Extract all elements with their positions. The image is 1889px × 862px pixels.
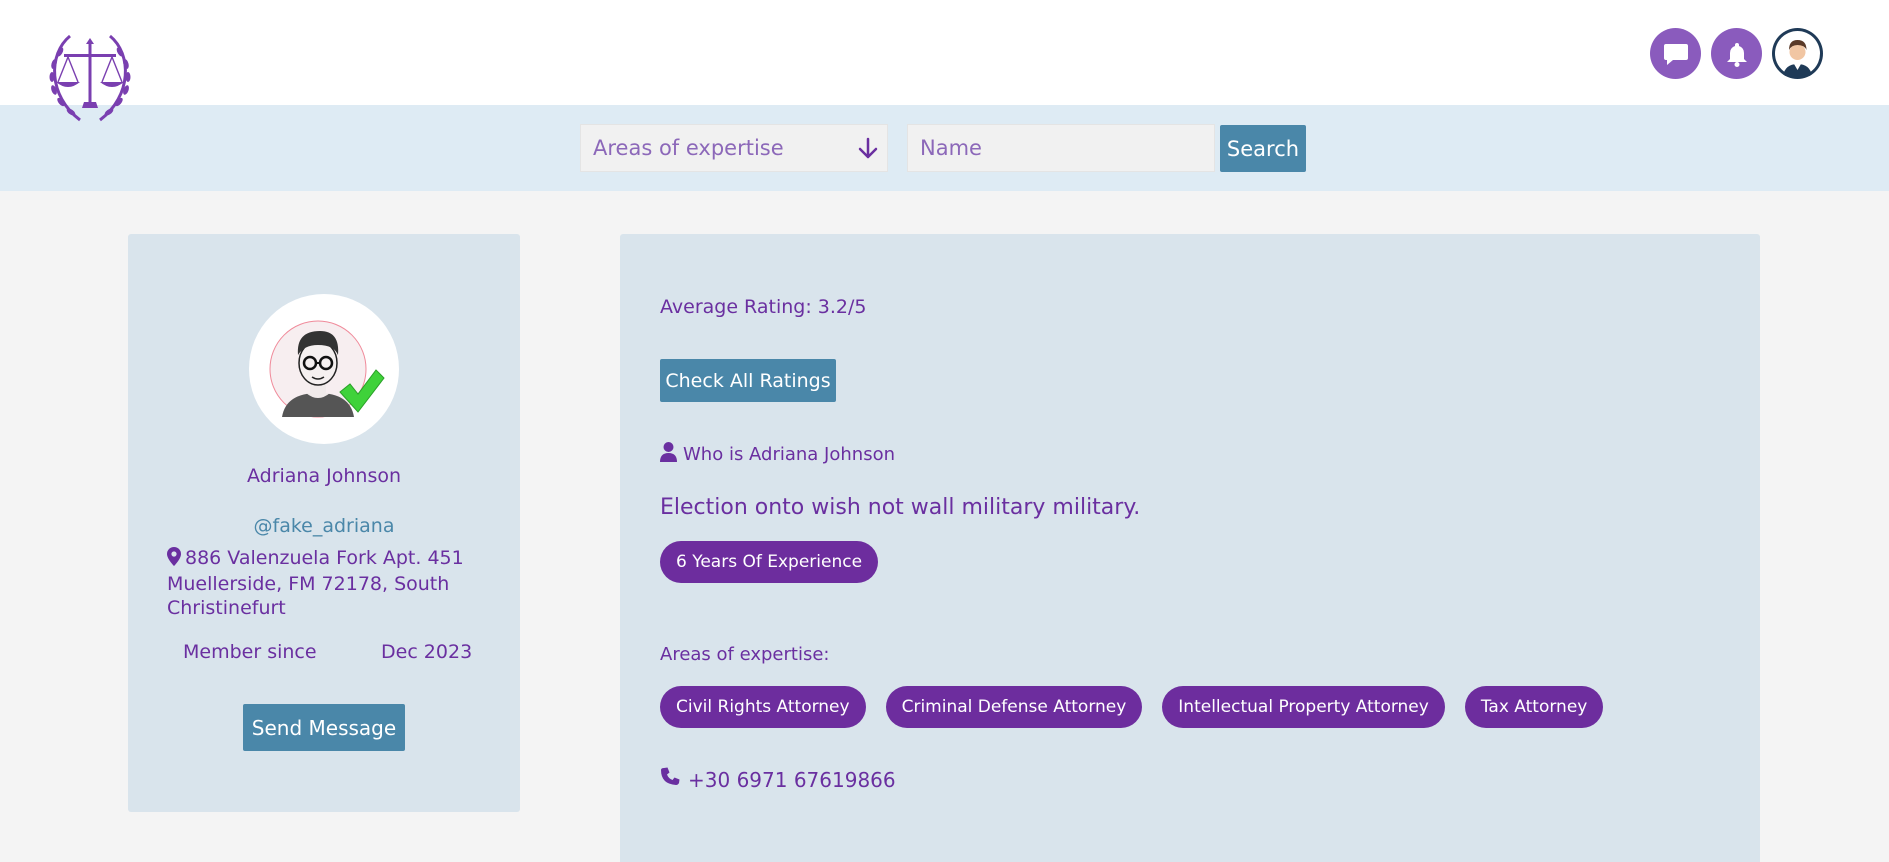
send-message-button[interactable]: Send Message bbox=[243, 704, 405, 751]
average-rating: Average Rating: 3.2/5 bbox=[660, 296, 867, 318]
scales-of-justice-logo-icon[interactable] bbox=[40, 24, 140, 128]
phone-icon bbox=[660, 767, 680, 792]
check-all-ratings-button[interactable]: Check All Ratings bbox=[660, 359, 836, 402]
profile-handle[interactable]: @fake_adriana bbox=[128, 515, 520, 537]
details-card: Average Rating: 3.2/5 Check All Ratings … bbox=[620, 234, 1760, 862]
chat-icon[interactable] bbox=[1650, 28, 1701, 79]
member-since-value: Dec 2023 bbox=[381, 641, 473, 663]
map-pin-icon bbox=[167, 547, 181, 572]
who-is-heading: Who is Adriana Johnson bbox=[660, 442, 895, 467]
expertise-tag: Criminal Defense Attorney bbox=[885, 686, 1143, 728]
expertise-tag: Civil Rights Attorney bbox=[660, 686, 866, 728]
verified-check-icon bbox=[334, 364, 386, 420]
expertise-select[interactable]: Areas of expertise bbox=[580, 124, 888, 172]
bio-text: Election onto wish not wall military mil… bbox=[660, 495, 1141, 520]
profile-name: Adriana Johnson bbox=[246, 465, 402, 487]
profile-address: 886 Valenzuela Fork Apt. 451 Muellerside… bbox=[167, 546, 467, 620]
expertise-tag: Intellectual Property Attorney bbox=[1162, 686, 1445, 728]
search-button[interactable]: Search bbox=[1220, 125, 1306, 172]
experience-badge: 6 Years Of Experience bbox=[660, 541, 879, 583]
user-avatar[interactable] bbox=[1772, 28, 1823, 79]
header-actions bbox=[1650, 28, 1823, 79]
name-search-input[interactable] bbox=[907, 124, 1215, 172]
phone-number[interactable]: +30 6971 67619866 bbox=[688, 768, 896, 792]
address-text: 886 Valenzuela Fork Apt. 451 Muellerside… bbox=[167, 547, 464, 619]
user-icon bbox=[660, 442, 677, 467]
member-since-label: Member since bbox=[183, 641, 317, 663]
expertise-tag: Tax Attorney bbox=[1464, 686, 1604, 728]
phone-contact: +30 6971 67619866 bbox=[660, 767, 896, 792]
profile-card: Adriana Johnson @fake_adriana 886 Valenz… bbox=[128, 234, 520, 812]
expertise-select-label: Areas of expertise bbox=[593, 136, 784, 160]
expertise-tags: Civil Rights Attorney Criminal Defense A… bbox=[660, 686, 1604, 728]
who-is-text: Who is Adriana Johnson bbox=[683, 444, 895, 465]
bell-icon[interactable] bbox=[1711, 28, 1762, 79]
areas-of-expertise-label: Areas of expertise: bbox=[660, 644, 830, 665]
arrow-down-icon bbox=[857, 137, 879, 166]
top-header bbox=[0, 0, 1889, 105]
